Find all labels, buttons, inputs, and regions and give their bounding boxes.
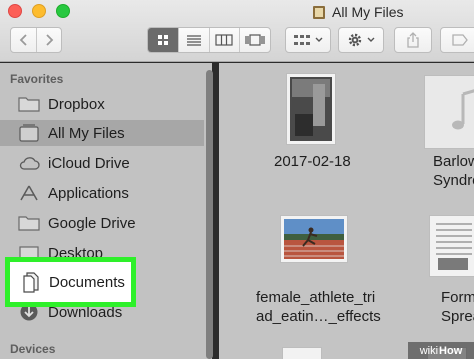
sidebar-item-label: Dropbox: [48, 95, 105, 113]
devices-heading: Devices: [10, 342, 56, 356]
sidebar-item-label: Applications: [48, 184, 129, 202]
column-view-button[interactable]: [208, 28, 240, 52]
arrange-button[interactable]: [285, 27, 331, 53]
icon-view-button[interactable]: [148, 28, 178, 52]
sidebar-item-applications[interactable]: Applications: [0, 180, 204, 206]
window-title: All My Files: [312, 3, 404, 21]
file-name-line2: Syndro: [433, 172, 474, 189]
wikihow-watermark: wiki How: [408, 342, 474, 359]
sidebar: Favorites Dropbox All My Files iCloud Dr…: [0, 63, 212, 359]
gear-icon: [348, 33, 362, 47]
sidebar-item-dropbox[interactable]: Dropbox: [0, 91, 204, 117]
forward-button[interactable]: [36, 28, 61, 52]
all-files-icon: [19, 124, 39, 142]
folder-icon: [18, 216, 40, 231]
back-button[interactable]: [11, 28, 36, 52]
file-thumbnail-photo[interactable]: [286, 73, 336, 145]
sidebar-item-label: All My Files: [48, 124, 125, 142]
list-view-icon: [186, 35, 201, 46]
file-name-line2: ad_eatin…_effects: [256, 308, 381, 325]
chevron-left-icon: [19, 34, 27, 46]
sidebar-item-label: Google Drive: [48, 214, 136, 232]
sidebar-item-label: iCloud Drive: [48, 154, 130, 172]
chevron-right-icon: [46, 34, 54, 46]
chevron-down-icon: [367, 37, 375, 42]
action-button[interactable]: [338, 27, 384, 53]
icon-view-icon: [157, 35, 168, 45]
sidebar-item-label: Documents: [49, 273, 125, 291]
chevron-down-icon: [315, 37, 323, 42]
file-thumbnail-partial[interactable]: [282, 347, 322, 359]
window-toolbar: All My Files: [0, 0, 474, 62]
file-name-line2: Spreads: [441, 308, 474, 325]
sidebar-item-all-my-files[interactable]: All My Files: [0, 120, 204, 146]
minimize-window-button[interactable]: [32, 4, 46, 18]
navigation-buttons: [10, 27, 62, 53]
file-name: Form: [441, 289, 474, 306]
document-icon: [23, 272, 39, 293]
file-name: Barlow: [433, 153, 474, 170]
file-name: 2017-02-18: [274, 153, 351, 170]
all-files-icon: [313, 5, 325, 19]
file-name: female_athlete_tri: [256, 289, 376, 306]
tag-icon: [452, 34, 468, 46]
applications-icon: [20, 185, 38, 201]
tag-button[interactable]: [440, 27, 474, 53]
file-thumbnail-image[interactable]: [280, 215, 348, 263]
cover-flow-icon: [245, 34, 265, 46]
spreadsheet-icon: [436, 223, 472, 270]
sidebar-item-icloud-drive[interactable]: iCloud Drive: [0, 150, 204, 176]
sidebar-item-google-drive[interactable]: Google Drive: [0, 210, 204, 236]
favorites-heading: Favorites: [10, 72, 64, 86]
athlete-image-thumbnail: [284, 219, 344, 259]
file-thumbnail-audio[interactable]: [424, 75, 474, 149]
cloud-icon: [19, 157, 40, 170]
sidebar-scrollbar[interactable]: [206, 70, 213, 359]
column-view-icon: [215, 34, 233, 46]
music-note-icon: [452, 89, 474, 130]
file-thumbnail-spreadsheet[interactable]: [429, 215, 474, 277]
share-icon: [407, 32, 419, 48]
share-button[interactable]: [394, 27, 432, 53]
zoom-window-button[interactable]: [56, 4, 70, 18]
view-mode-buttons: [147, 27, 271, 53]
cover-flow-view-button[interactable]: [239, 28, 270, 52]
file-grid: 2017-02-18 Barlow Syndro female_athlete_…: [219, 63, 474, 359]
sidebar-item-documents[interactable]: Documents: [5, 257, 136, 307]
folder-icon: [18, 97, 40, 112]
watermark-suffix: How: [439, 344, 463, 357]
photo-thumbnail-icon: [290, 77, 332, 141]
list-view-button[interactable]: [177, 28, 209, 52]
window-title-text: All My Files: [332, 4, 404, 20]
arrange-grid-icon: [294, 35, 310, 45]
close-window-button[interactable]: [8, 4, 22, 18]
watermark-prefix: wiki: [419, 344, 439, 357]
